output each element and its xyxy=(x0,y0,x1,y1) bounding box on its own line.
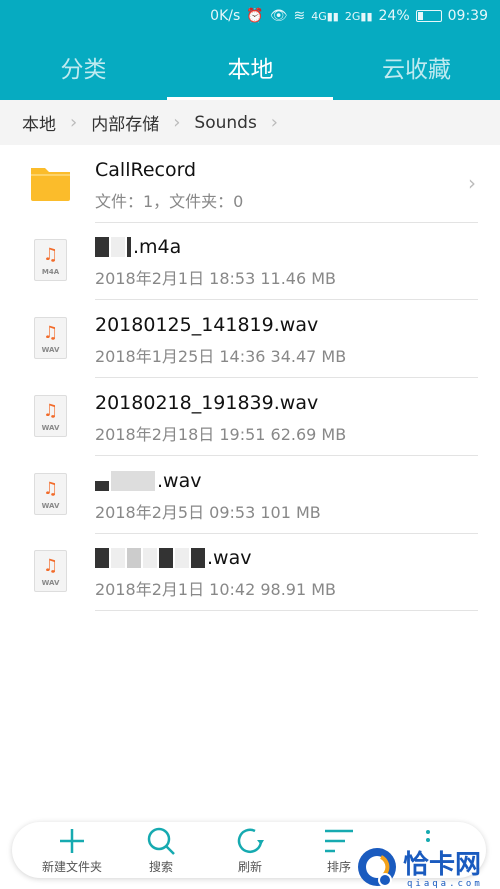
signal-icon: 2G▮▮ xyxy=(344,9,373,23)
breadcrumb-sounds[interactable]: Sounds xyxy=(194,113,256,133)
breadcrumb-local[interactable]: 本地 xyxy=(22,110,56,135)
tab-cloud[interactable]: 云收藏 xyxy=(333,50,500,84)
signal-icon: 4G▮▮ xyxy=(311,9,339,23)
item-name: 20180218_191839.wav xyxy=(95,392,319,414)
item-name: .wav xyxy=(157,470,202,492)
list-item[interactable]: ♫ WAV .wav 2018年2月5日 09:53 101 MB xyxy=(0,456,500,534)
chevron-right-icon: › xyxy=(270,112,278,133)
battery-percent: 24% xyxy=(378,8,410,24)
tab-local[interactable]: 本地 xyxy=(167,50,334,84)
chevron-right-icon: › xyxy=(173,112,181,133)
search-icon xyxy=(147,827,175,855)
list-item[interactable]: ♫ M4A .m4a 2018年2月1日 18:53 11.46 MB xyxy=(0,222,500,300)
item-meta: 2018年2月1日 18:53 11.46 MB xyxy=(95,269,337,288)
item-meta: 2018年2月5日 09:53 101 MB xyxy=(95,503,321,522)
breadcrumb: 本地 › 内部存储 › Sounds › xyxy=(0,100,500,145)
sort-icon xyxy=(325,829,353,853)
audio-file-icon: ♫ WAV xyxy=(34,550,67,592)
status-bar: 0K/s ⏰ 👁 ≋ 4G▮▮ 2G▮▮ 24% 09:39 xyxy=(210,8,488,24)
new-folder-button[interactable]: 新建文件夹 xyxy=(27,826,117,875)
wifi-icon: ≋ xyxy=(293,8,306,24)
alarm-icon: ⏰ xyxy=(246,8,264,24)
search-button[interactable]: 搜索 xyxy=(116,826,206,875)
item-name: .wav xyxy=(207,547,252,569)
item-meta: 2018年1月25日 14:36 34.47 MB xyxy=(95,347,347,366)
chevron-right-icon: › xyxy=(468,171,476,195)
list-item-folder[interactable]: CallRecord 文件：1，文件夹：0 › xyxy=(0,145,500,223)
item-name: CallRecord xyxy=(95,159,197,181)
new-folder-label: 新建文件夹 xyxy=(41,860,102,874)
audio-file-icon: ♫ WAV xyxy=(34,317,67,359)
svg-text:恰卡网: 恰卡网 xyxy=(403,850,481,880)
net-speed: 0K/s xyxy=(210,8,241,24)
audio-file-icon: ♫ WAV xyxy=(34,473,67,515)
audio-file-icon: ♫ M4A xyxy=(34,239,67,281)
svg-text:qiaqa.com: qiaqa.com xyxy=(407,879,483,889)
list-item[interactable]: ♫ WAV 20180218_191839.wav 2018年2月18日 19:5… xyxy=(0,378,500,456)
refresh-button[interactable]: 刷新 xyxy=(205,826,295,875)
watermark-logo: 恰卡网 qiaqa.com xyxy=(358,848,483,889)
folder-icon xyxy=(31,168,70,201)
item-meta: 文件：1，文件夹：0 xyxy=(95,192,244,211)
breadcrumb-internal[interactable]: 内部存储 xyxy=(91,110,159,135)
eye-icon: 👁 xyxy=(269,8,288,24)
item-meta: 2018年2月18日 19:51 62.69 MB xyxy=(95,425,347,444)
header: 0K/s ⏰ 👁 ≋ 4G▮▮ 2G▮▮ 24% 09:39 分类 本地 云收藏 xyxy=(0,0,500,100)
item-name: .m4a xyxy=(133,236,182,258)
audio-file-icon: ♫ WAV xyxy=(34,395,67,437)
plus-icon xyxy=(60,829,84,853)
list-item[interactable]: ♫ WAV .wav 2018年2月1日 10:42 98.91 MB xyxy=(0,533,500,611)
tab-category[interactable]: 分类 xyxy=(0,50,167,84)
search-label: 搜索 xyxy=(148,860,173,874)
item-name: 20180125_141819.wav xyxy=(95,314,319,336)
clock: 09:39 xyxy=(447,8,488,24)
chevron-right-icon: › xyxy=(70,112,78,133)
refresh-label: 刷新 xyxy=(237,860,262,874)
list-item[interactable]: ♫ WAV 20180125_141819.wav 2018年1月25日 14:3… xyxy=(0,300,500,378)
item-meta: 2018年2月1日 10:42 98.91 MB xyxy=(95,580,337,599)
battery-icon xyxy=(415,10,442,22)
refresh-icon xyxy=(237,828,264,854)
